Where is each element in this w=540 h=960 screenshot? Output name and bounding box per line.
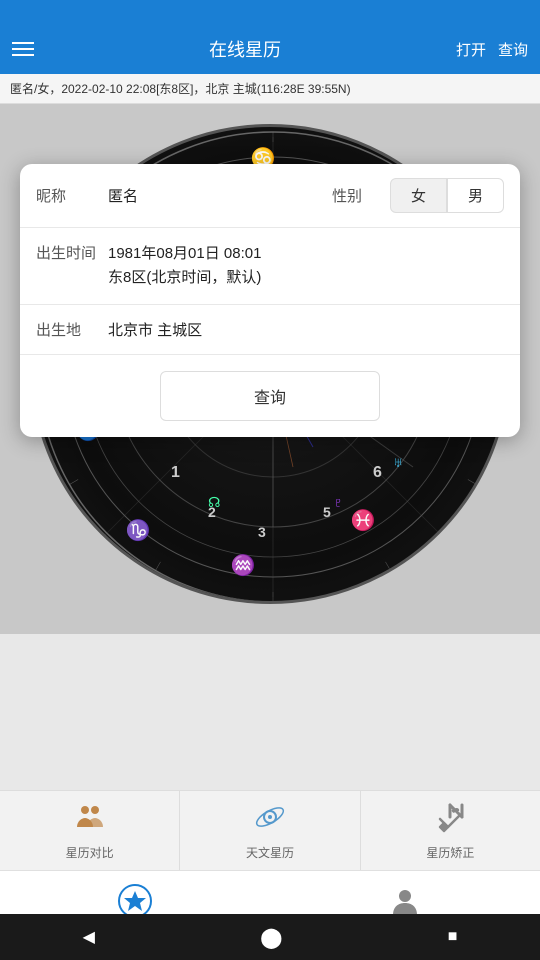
status-bar [0,0,540,24]
dialog-query-button[interactable]: 查询 [160,371,380,421]
birthtime-date: 1981年08月01日 08:01 [108,242,504,266]
correct-icon [434,801,466,840]
svg-text:♑: ♑ [126,518,151,542]
info-text: 匿名/女，2022-02-10 22:08[东8区]，北京 主城(116:28E… [10,82,351,96]
menu-button[interactable] [12,42,34,56]
nickname-label: 昵称 [36,185,108,206]
tab-compare[interactable]: 星历对比 [0,791,180,870]
tab-astro-label: 天文星历 [246,844,294,861]
birthplace-row: 出生地 北京市 主城区 [20,305,520,355]
svg-text:2: 2 [208,504,216,520]
open-button[interactable]: 打开 [456,39,486,60]
nav-actions: 打开 查询 [456,39,528,60]
svg-text:♓: ♓ [351,508,376,532]
info-bar: 匿名/女，2022-02-10 22:08[东8区]，北京 主城(116:28E… [0,74,540,104]
home-button[interactable]: ⬤ [252,917,290,958]
astro-icon [254,801,286,840]
nav-title: 在线星历 [34,36,456,62]
tab-correct-label: 星历矫正 [426,844,474,861]
nickname-row: 昵称 匿名 性别 女 男 [20,164,520,228]
birthtime-value[interactable]: 1981年08月01日 08:01 东8区(北京时间，默认) [108,242,504,290]
svg-text:1: 1 [171,464,180,481]
query-button-row: 查询 [20,355,520,437]
svg-text:♇: ♇ [333,494,344,510]
birthtime-row: 出生时间 1981年08月01日 08:01 东8区(北京时间，默认) [20,228,520,305]
nickname-value: 匿名 [108,185,332,206]
back-button[interactable]: ◀ [75,919,103,955]
birthtime-zone: 东8区(北京时间，默认) [108,266,504,290]
gender-group: 女 男 [390,178,504,213]
svg-text:♒: ♒ [231,553,256,577]
query-button[interactable]: 查询 [498,39,528,60]
tab-astro[interactable]: 天文星历 [180,791,360,870]
birthtime-label: 出生时间 [36,242,108,263]
tab-correct[interactable]: 星历矫正 [361,791,540,870]
birthplace-value[interactable]: 北京市 主城区 [108,319,504,340]
feature-tabs: 星历对比 天文星历 星历矫正 [0,790,540,870]
chart-area: ♋ ♊ ♉ ♈ ♓ ♒ ♑ ♐ ♏ ♎ ♍ [0,104,540,634]
recent-button[interactable]: ■ [440,920,466,954]
svg-text:3: 3 [258,524,266,540]
gender-label: 性别 [332,185,362,206]
gender-female-button[interactable]: 女 [390,178,447,213]
tab-compare-label: 星历对比 [66,844,114,861]
top-navigation: 在线星历 打开 查询 [0,24,540,74]
query-dialog: 昵称 匿名 性别 女 男 出生时间 1981年08月01日 08:01 东8区(… [20,164,520,437]
svg-text:♅: ♅ [393,454,404,470]
system-nav-bar: ◀ ⬤ ■ [0,914,540,960]
compare-icon [74,801,106,840]
birthplace-label: 出生地 [36,319,108,340]
gender-male-button[interactable]: 男 [447,178,504,213]
svg-text:5: 5 [323,504,331,520]
svg-text:6: 6 [373,464,382,481]
